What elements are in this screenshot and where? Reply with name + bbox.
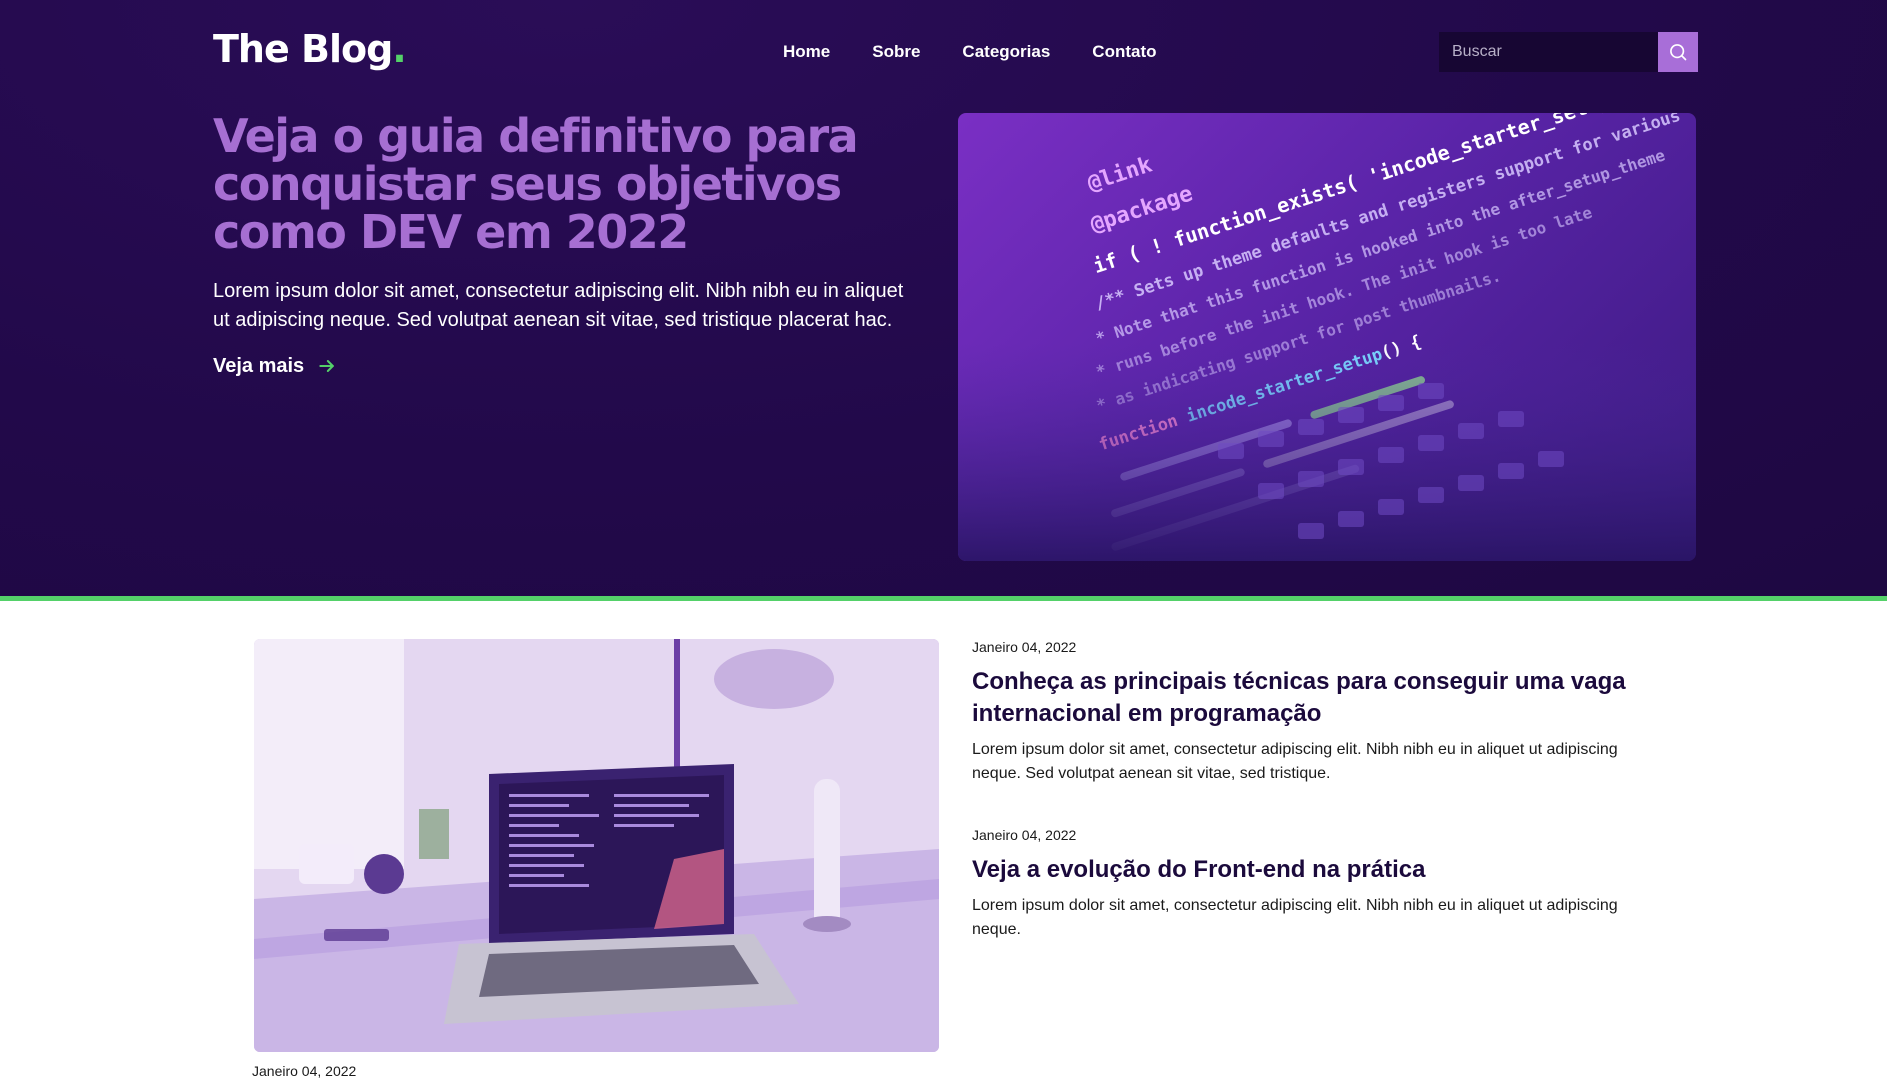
hero-section: The Blog. Home Sobre Categorias Contato …	[0, 0, 1887, 596]
hero-divider	[0, 596, 1887, 601]
hero-image: @link @package if ( ! function_exists( '…	[958, 113, 1696, 561]
post-date: Janeiro 04, 2022	[252, 1063, 357, 1078]
hero-description: Lorem ipsum dolor sit amet, consectetur …	[213, 280, 904, 331]
logo-dot: .	[392, 27, 406, 71]
post-card: Janeiro 04, 2022 Conheça as principais t…	[972, 638, 1652, 786]
arrow-right-icon	[319, 360, 335, 372]
post-card: Janeiro 04, 2022 Veja a evolução do Fron…	[972, 826, 1652, 942]
logo-text: The Blog	[213, 27, 393, 71]
post-excerpt: Lorem ipsum dolor sit amet, consectetur …	[972, 897, 1618, 938]
hero-title: Veja o guia definitivo para conquistar s…	[213, 109, 859, 259]
search-icon	[1670, 44, 1687, 61]
post-title-link[interactable]: Conheça as principais técnicas para cons…	[972, 666, 1652, 730]
post-title-link[interactable]: Veja a evolução do Front-end na prática	[972, 854, 1652, 886]
nav-item-sobre[interactable]: Sobre	[872, 40, 920, 64]
post-date: Janeiro 04, 2022	[972, 827, 1077, 843]
main-nav: Home Sobre Categorias Contato	[783, 40, 1199, 64]
code-screen-illustration: @link @package if ( ! function_exists( '…	[958, 113, 1696, 561]
logo[interactable]: The Blog.	[213, 24, 407, 74]
svg-text:@link: @link	[1084, 153, 1155, 197]
nav-item-home[interactable]: Home	[783, 40, 830, 64]
search-bar	[1439, 32, 1698, 72]
hero-read-more-label: Veja mais	[213, 355, 305, 377]
post-excerpt: Lorem ipsum dolor sit amet, consectetur …	[972, 741, 1618, 782]
post-date: Janeiro 04, 2022	[972, 639, 1077, 655]
nav-item-categorias[interactable]: Categorias	[962, 40, 1050, 64]
search-button[interactable]	[1658, 32, 1698, 72]
search-input[interactable]	[1439, 32, 1658, 72]
nav-item-contato[interactable]: Contato	[1092, 40, 1156, 64]
featured-post-image[interactable]	[254, 639, 939, 1052]
hero-read-more-link[interactable]: Veja mais	[213, 353, 337, 379]
laptop-desk-illustration	[254, 639, 939, 1052]
